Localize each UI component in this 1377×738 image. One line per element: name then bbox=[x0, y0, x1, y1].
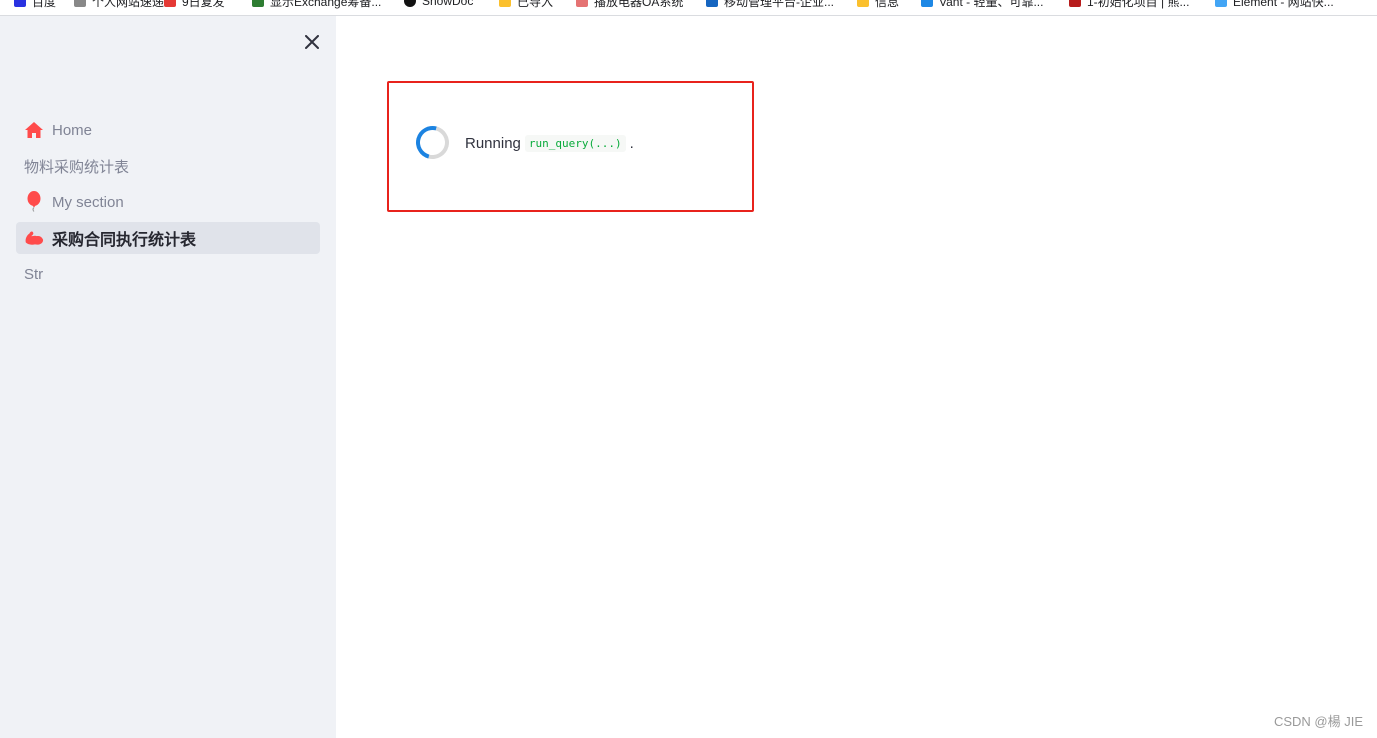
bookmark-item[interactable]: 移动管理平台-企业... bbox=[706, 0, 834, 11]
main-content: Running run_query(...) . CSDN @楊 JIE bbox=[336, 16, 1377, 738]
bookmark-label: Element - 网站快... bbox=[1233, 0, 1334, 9]
bookmark-label: 1-初始化项目 | 熊... bbox=[1087, 0, 1190, 9]
bookmark-favicon-icon bbox=[252, 0, 264, 7]
bookmark-label: 信息 bbox=[875, 0, 900, 9]
bookmark-item[interactable]: 播放电器OA系统 bbox=[576, 0, 683, 11]
bookmark-item[interactable]: Element - 网站快... bbox=[1215, 0, 1334, 11]
bookmark-item[interactable]: 已导入 bbox=[499, 0, 553, 11]
sidebar-item-label: 采购合同执行统计表 bbox=[52, 232, 197, 249]
sidebar-nav: Home 物料采购统计表 My section 采购合同执行统计表 Str bbox=[16, 114, 320, 294]
bookmark-label: Vant - 轻量、可靠... bbox=[939, 0, 1044, 9]
flexed-biceps-icon bbox=[24, 228, 44, 248]
running-function-code: run_query(...) bbox=[524, 134, 626, 152]
bookmark-favicon-icon bbox=[576, 0, 588, 7]
bookmark-favicon-icon bbox=[921, 0, 933, 7]
bookmark-item[interactable]: 信息 bbox=[857, 0, 899, 11]
close-icon bbox=[305, 35, 319, 49]
running-status: Running run_query(...) . bbox=[465, 133, 634, 153]
bookmark-item[interactable]: 百度 bbox=[14, 0, 56, 11]
bookmark-label: 9日复发 bbox=[182, 0, 225, 9]
running-suffix: . bbox=[629, 134, 634, 152]
sidebar-item-my-section[interactable]: My section bbox=[16, 186, 320, 218]
bookmark-favicon-icon bbox=[74, 0, 86, 7]
bookmark-favicon-icon bbox=[14, 0, 26, 7]
sidebar-item-label: Str bbox=[24, 265, 44, 283]
folder-icon bbox=[857, 0, 869, 7]
sidebar-item-label: 物料采购统计表 bbox=[24, 158, 130, 176]
close-sidebar-button[interactable] bbox=[300, 30, 324, 54]
bookmarks-bar: 百度 个人网站速递 9日复发 显示Exchange筹备... ShowDoc 已… bbox=[0, 0, 1377, 16]
bookmark-item[interactable]: Vant - 轻量、可靠... bbox=[921, 0, 1043, 11]
bookmark-label: 个人网站速递 bbox=[92, 0, 165, 9]
house-icon bbox=[24, 120, 44, 140]
sidebar-item-str[interactable]: Str bbox=[16, 258, 320, 290]
sidebar-item-material-purchase[interactable]: 物料采购统计表 bbox=[16, 150, 320, 182]
bookmark-favicon-icon bbox=[1069, 0, 1081, 7]
folder-icon bbox=[499, 0, 511, 7]
bookmark-item[interactable]: 个人网站速递 bbox=[74, 0, 164, 11]
bookmark-favicon-icon bbox=[706, 0, 718, 7]
sidebar-item-purchase-contract[interactable]: 采购合同执行统计表 bbox=[16, 222, 320, 254]
bookmark-label: 显示Exchange筹备... bbox=[270, 0, 382, 9]
bookmark-item[interactable]: 显示Exchange筹备... bbox=[252, 0, 381, 11]
bookmark-favicon-icon bbox=[1215, 0, 1227, 7]
bookmark-favicon-icon bbox=[404, 0, 416, 7]
bookmark-item[interactable]: 1-初始化项目 | 熊... bbox=[1069, 0, 1189, 11]
sidebar-item-label: Home bbox=[52, 121, 93, 139]
sidebar: Home 物料采购统计表 My section 采购合同执行统计表 Str bbox=[0, 16, 336, 738]
bookmark-label: ShowDoc bbox=[422, 0, 474, 8]
loading-spinner-icon bbox=[409, 119, 456, 166]
bookmark-item[interactable]: 9日复发 bbox=[164, 0, 225, 11]
running-status-box: Running run_query(...) . bbox=[387, 81, 754, 212]
bookmark-label: 移动管理平台-企业... bbox=[724, 0, 834, 9]
sidebar-item-home[interactable]: Home bbox=[16, 114, 320, 146]
watermark: CSDN @楊 JIE bbox=[1273, 714, 1363, 729]
bookmark-label: 已导入 bbox=[517, 0, 554, 9]
bookmark-item[interactable]: ShowDoc bbox=[404, 0, 473, 11]
bookmark-favicon-icon bbox=[164, 0, 176, 7]
bookmark-label: 百度 bbox=[32, 0, 57, 9]
bookmark-label: 播放电器OA系统 bbox=[594, 0, 684, 9]
running-label: Running bbox=[465, 134, 521, 152]
sidebar-item-label: My section bbox=[52, 193, 124, 211]
balloon-icon bbox=[24, 191, 44, 212]
